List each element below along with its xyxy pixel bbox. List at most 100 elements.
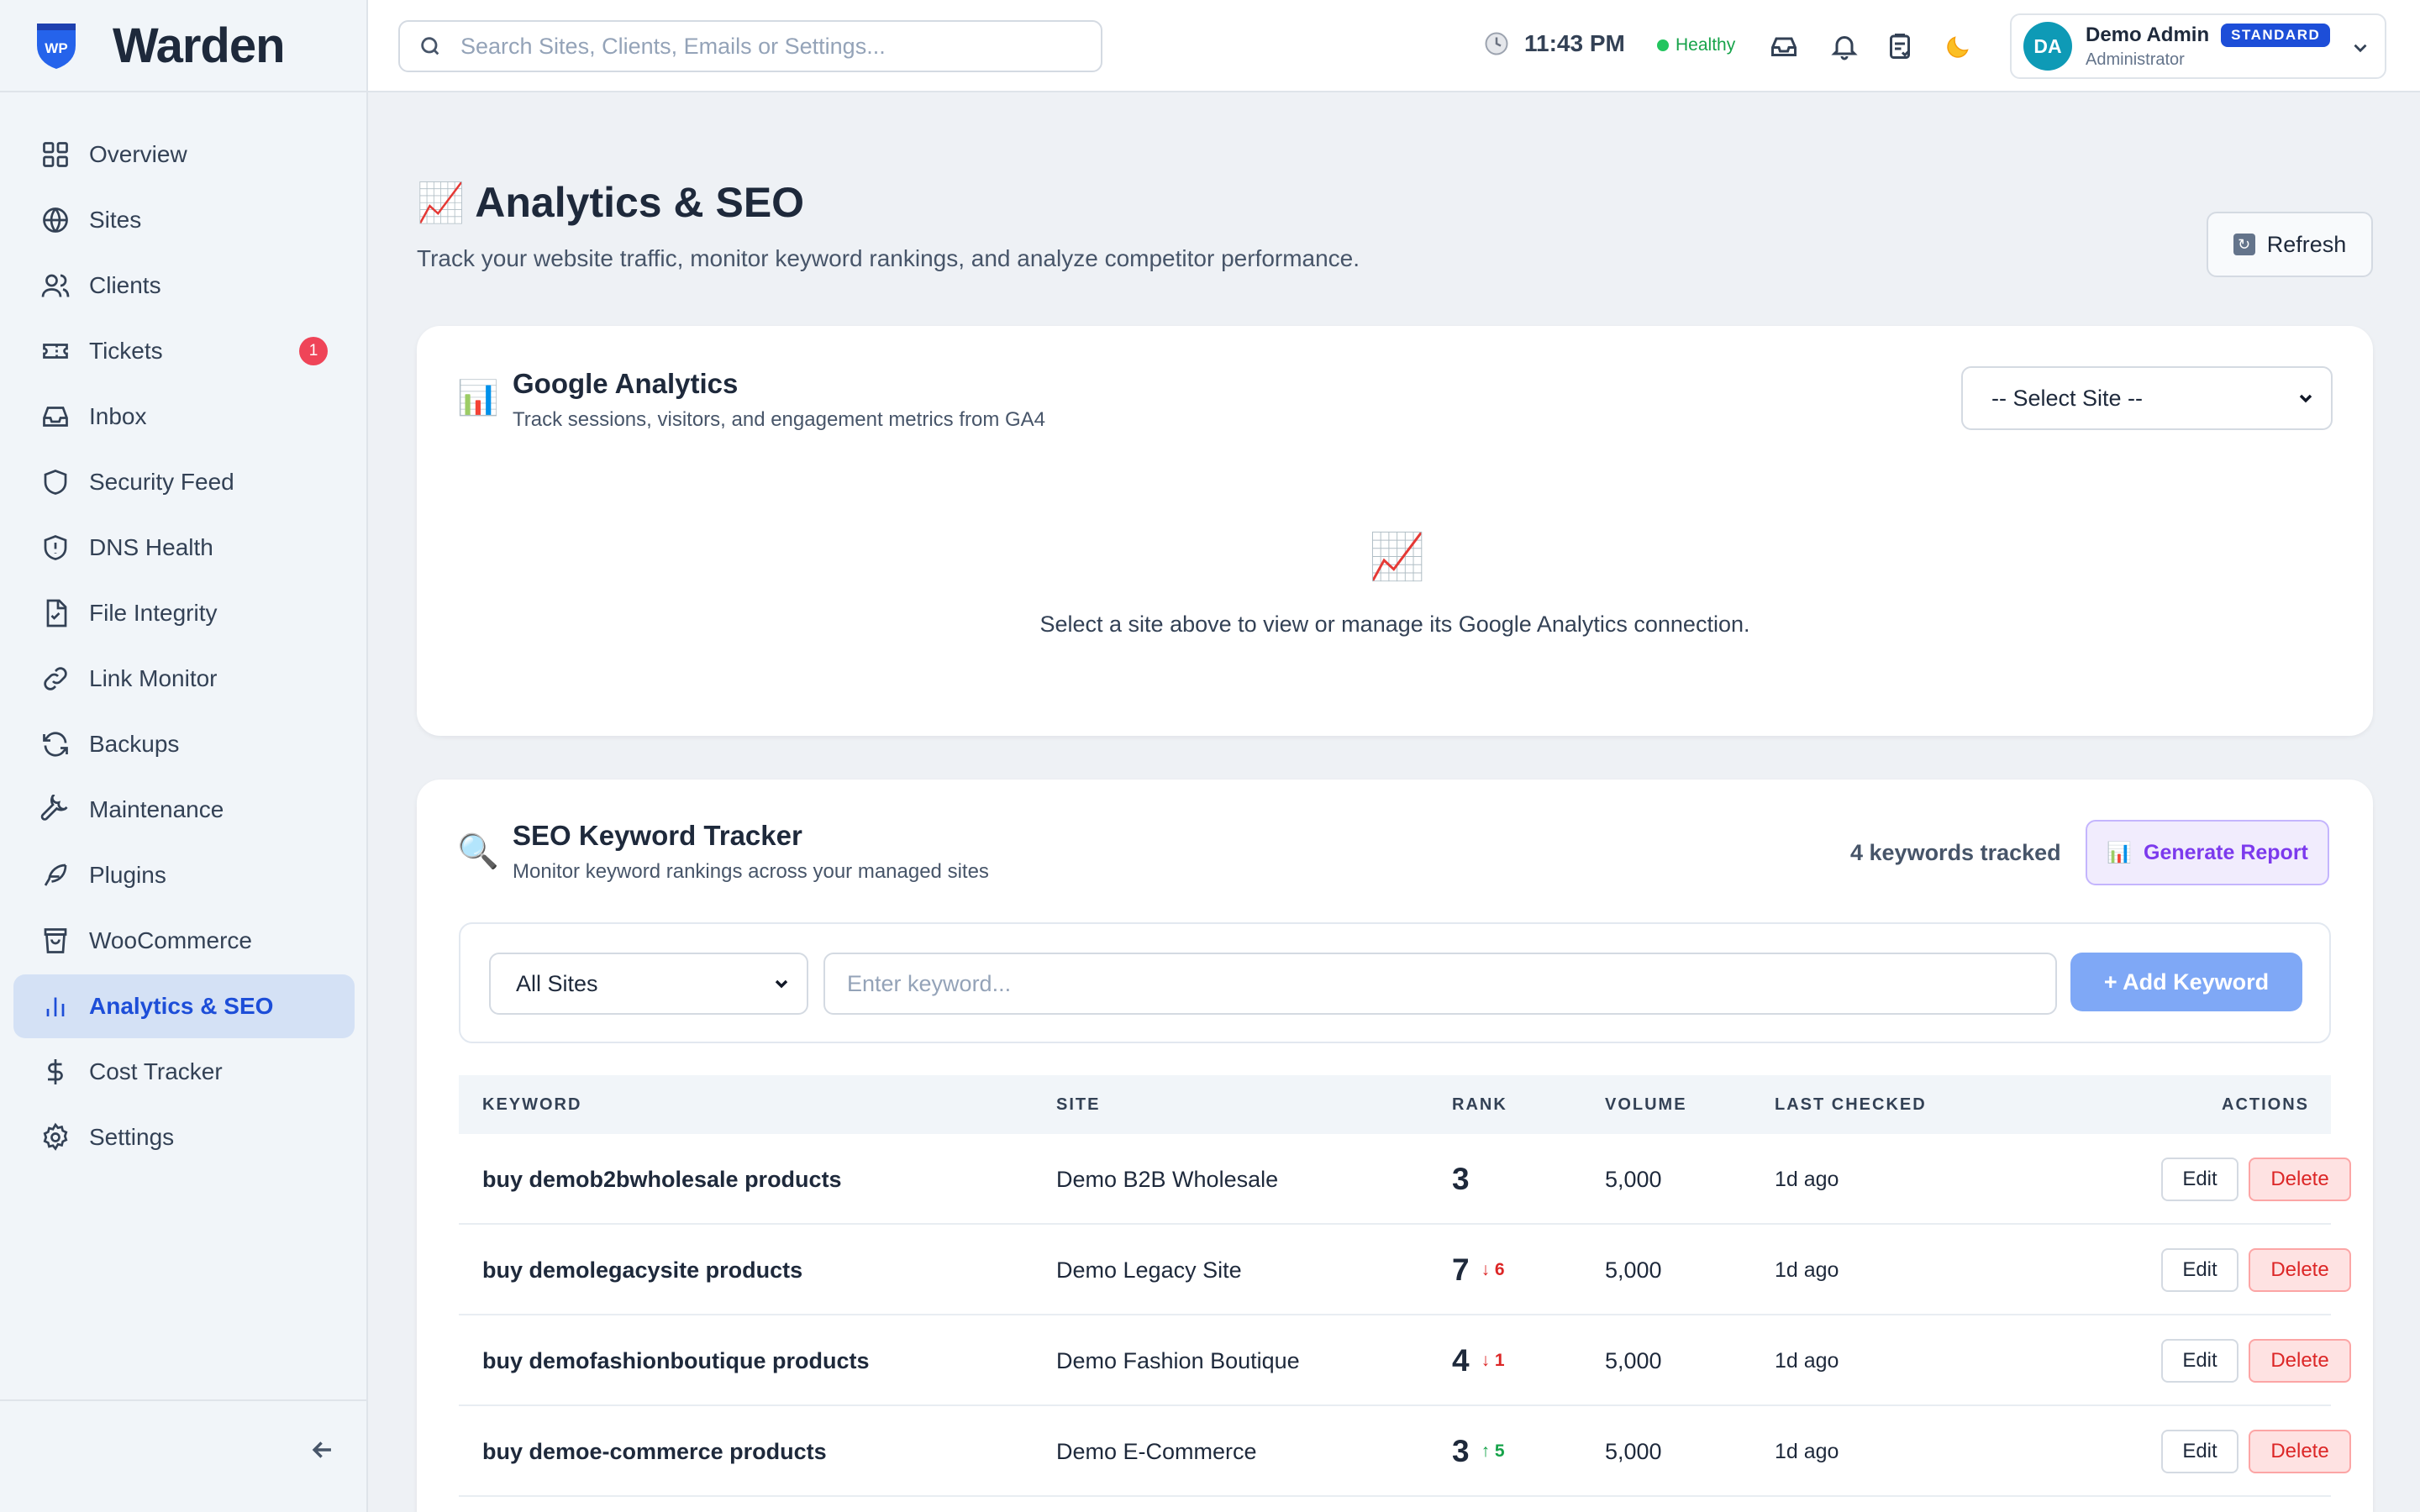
shopping-bag-icon [44, 928, 67, 953]
site-cell: Demo Legacy Site [1056, 1257, 1242, 1283]
feather-icon [44, 864, 67, 886]
keyword-cell: buy demoe-commerce products [482, 1438, 827, 1464]
sidebar-item-overview[interactable]: Overview [13, 123, 355, 186]
topbar: 11:43 PM Healthy DA Demo Admin STANDARD … [368, 0, 2420, 92]
rank-cell: 4 ↓ 1 [1452, 1315, 1505, 1406]
sidebar-item-sites[interactable]: Sites [13, 188, 355, 252]
user-name-row: Demo Admin STANDARD [2086, 23, 2331, 47]
edit-button[interactable]: Edit [2161, 1339, 2238, 1383]
bar-chart-icon: 📊 [457, 380, 499, 417]
edit-button[interactable]: Edit [2161, 1248, 2238, 1292]
ga-subtitle: Track sessions, visitors, and engagement… [513, 408, 1046, 431]
sidebar-item-label: Security Feed [89, 469, 234, 495]
user-name: Demo Admin [2086, 23, 2210, 46]
sidebar-item-label: Maintenance [89, 796, 224, 822]
sidebar-item-clients[interactable]: Clients [13, 254, 355, 318]
keyword-cell: buy demob2bwholesale products [482, 1166, 842, 1192]
ga-empty-message: Select a site above to view or manage it… [1039, 612, 1750, 637]
sidebar-item-link-monitor[interactable]: Link Monitor [13, 647, 355, 711]
sidebar-item-label: File Integrity [89, 600, 218, 626]
logo-area[interactable]: WP Warden [0, 0, 368, 92]
table-row: buy demolegacysite products Demo Legacy … [459, 1225, 2351, 1315]
sidebar-item-tickets[interactable]: Tickets 1 [13, 319, 355, 383]
page-title: 📈 Analytics & SEO [417, 178, 804, 227]
theme-toggle-button[interactable] [1939, 27, 1978, 66]
sidebar-item-maintenance[interactable]: Maintenance [13, 778, 355, 842]
keyword-cell: buy demofashionboutique products [482, 1347, 870, 1373]
site-cell: Demo E-Commerce [1056, 1438, 1257, 1464]
sidebar-footer [0, 1399, 368, 1512]
sidebar-item-label: Inbox [89, 403, 147, 429]
sidebar-item-label: Sites [89, 207, 142, 233]
inbox-button[interactable] [1765, 27, 1803, 66]
edit-button[interactable]: Edit [2161, 1430, 2238, 1473]
edit-button[interactable]: Edit [2161, 1158, 2238, 1201]
bell-icon [1831, 36, 1858, 60]
delete-button[interactable]: Delete [2249, 1158, 2351, 1201]
last-checked-cell: 1d ago [1775, 1439, 1839, 1463]
keyword-input[interactable] [823, 953, 2057, 1015]
notifications-button[interactable] [1825, 27, 1864, 66]
search-box[interactable] [398, 20, 1102, 72]
file-check-icon [46, 599, 67, 627]
sidebar-item-label: Clients [89, 272, 161, 298]
seo-subtitle: Monitor keyword rankings across your man… [513, 860, 989, 883]
search-input[interactable] [460, 33, 1099, 60]
tasks-button[interactable] [1881, 27, 1919, 66]
add-keyword-panel: All Sites + Add Keyword [459, 922, 2331, 1043]
delete-button[interactable]: Delete [2249, 1248, 2351, 1292]
status-label: Healthy [1676, 35, 1736, 55]
site-filter-select[interactable]: All Sites [489, 953, 808, 1015]
add-keyword-button[interactable]: + Add Keyword [2070, 953, 2302, 1011]
user-menu[interactable]: DA Demo Admin STANDARD Administrator [2010, 13, 2386, 79]
delete-button[interactable]: Delete [2249, 1339, 2351, 1383]
search-icon [421, 37, 439, 55]
logo-shield-icon: WP [37, 24, 76, 69]
column-header-rank: RANK [1452, 1095, 1507, 1114]
rank-value: 4 [1452, 1343, 1470, 1378]
sidebar-item-cost-tracker[interactable]: Cost Tracker [13, 1040, 355, 1104]
sidebar-item-plugins[interactable]: Plugins [13, 843, 355, 907]
sidebar-item-label: Plugins [89, 862, 166, 888]
delete-button[interactable]: Delete [2249, 1430, 2351, 1473]
rank-change-up: ↑ 5 [1481, 1441, 1505, 1461]
arrow-left-icon [312, 1441, 331, 1458]
health-status[interactable]: Healthy [1657, 35, 1735, 55]
sidebar-item-security-feed[interactable]: Security Feed [13, 450, 355, 514]
collapse-sidebar-button[interactable] [302, 1430, 343, 1470]
site-cell: Demo Fashion Boutique [1056, 1347, 1300, 1373]
generate-report-button[interactable]: 📊 Generate Report [2086, 820, 2329, 885]
ga-site-select[interactable]: -- Select Site -- [1961, 366, 2333, 430]
clock-time: 11:43 PM [1524, 30, 1625, 56]
rank-change-down: ↓ 1 [1481, 1351, 1505, 1370]
site-cell: Demo B2B Wholesale [1056, 1166, 1279, 1192]
sidebar-item-label: Link Monitor [89, 665, 218, 691]
keyword-count: 4 keywords tracked [1850, 840, 2061, 865]
dollar-icon [48, 1059, 63, 1084]
keyword-table: KEYWORD SITE RANK VOLUME LAST CHECKED AC… [459, 1075, 2351, 1497]
refresh-button[interactable]: ↻ Refresh [2207, 212, 2373, 277]
rank-value: 3 [1452, 1434, 1470, 1468]
column-header-site: SITE [1056, 1095, 1101, 1114]
last-checked-cell: 1d ago [1775, 1167, 1839, 1191]
sidebar-item-backups[interactable]: Backups [13, 712, 355, 776]
avatar: DA [2023, 22, 2072, 71]
site-filter-value: All Sites [516, 970, 598, 996]
sidebar-item-dns-health[interactable]: DNS Health [13, 516, 355, 580]
sidebar-item-label: Overview [89, 141, 187, 167]
sidebar-item-analytics-seo[interactable]: Analytics & SEO [13, 974, 355, 1038]
rank-change-down: ↓ 6 [1481, 1260, 1505, 1279]
ga-title: Google Analytics [513, 368, 739, 399]
clock: 11:43 PM [1484, 30, 1625, 57]
volume-cell: 5,000 [1605, 1347, 1662, 1373]
sidebar-item-woocommerce[interactable]: WooCommerce [13, 909, 355, 973]
sidebar-item-settings[interactable]: Settings [13, 1105, 355, 1169]
last-checked-cell: 1d ago [1775, 1257, 1839, 1282]
sidebar-item-inbox[interactable]: Inbox [13, 385, 355, 449]
user-role: Administrator [2086, 50, 2185, 69]
sidebar-item-file-integrity[interactable]: File Integrity [13, 581, 355, 645]
chevron-down-icon [2354, 44, 2367, 53]
grid-icon [43, 142, 68, 167]
generate-report-label: Generate Report [2144, 840, 2308, 864]
column-header-keyword: KEYWORD [482, 1095, 582, 1114]
